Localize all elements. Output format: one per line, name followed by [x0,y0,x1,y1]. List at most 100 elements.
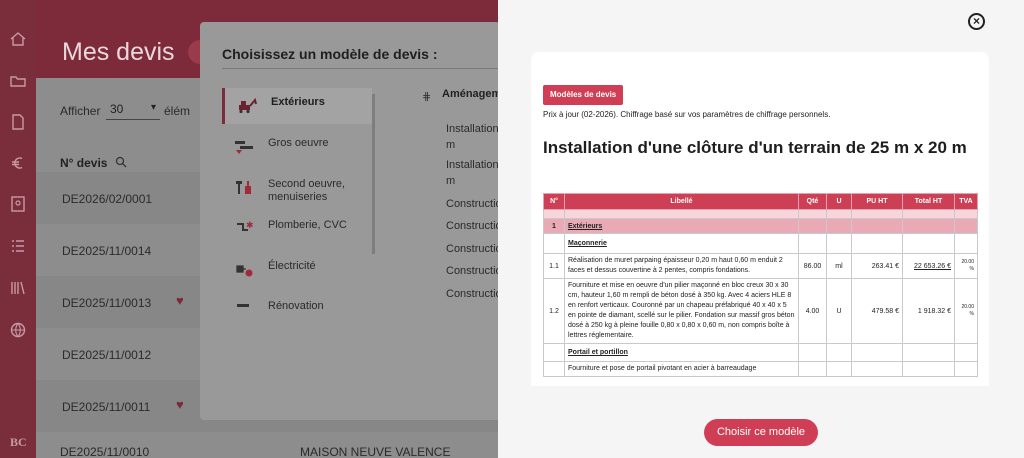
category-label: Électricité [268,260,316,272]
line-unit-price: 479.58 € [851,278,903,344]
library-icon[interactable] [9,279,27,297]
svg-text:✱: ✱ [246,220,254,230]
left-sidebar: BC [0,0,36,458]
col-unit-price: PU HT [851,193,903,210]
template-item[interactable]: m [446,139,455,151]
document-icon[interactable] [9,113,27,131]
table-row: 1.1 Réalisation de muret parpaing épaiss… [543,253,978,279]
grid-icon: ⋕ [422,91,432,103]
category-plomberie[interactable]: ✱ Plomberie, CVC [222,211,372,247]
list-icon[interactable] [9,237,27,255]
template-item[interactable]: Construction [446,220,500,232]
line-total: 1 918.32 € [902,278,955,344]
category-electricite[interactable]: Électricité [222,252,372,288]
category-exterieurs[interactable]: Extérieurs [222,88,372,124]
pricing-note: Prix à jour (02-2026). Chiffrage basé su… [543,110,831,119]
category-second-oeuvre[interactable]: Second oeuvre, menuiseries [222,170,372,206]
section-label: Extérieurs [564,218,799,234]
line-number: 1.2 [543,278,565,344]
template-item[interactable]: Installation [446,123,499,135]
table-row: Portail et portillon [543,343,978,362]
contact-card-icon[interactable] [9,195,27,213]
globe-icon[interactable] [9,321,27,339]
search-icon[interactable] [115,155,127,168]
category-gros-oeuvre[interactable]: Gros oeuvre [222,129,372,165]
template-item[interactable]: Installation [446,159,499,171]
quote-table: N° Libellé Qté U PU HT Total HT TVA 1 Ex… [543,193,978,377]
line-total: 22 653.26 € [902,253,955,279]
quote-number-column-header: N° devis [60,156,108,170]
templates-tag: Modèles de devis [543,85,624,105]
line-description: Fourniture et mise en oeuvre d'un pilier… [564,278,799,344]
close-button[interactable]: × [968,13,985,30]
category-label: Rénovation [268,300,324,312]
template-preview-panel: × Modèles de devis Prix à jour (02-2026)… [498,0,1024,458]
template-chooser-modal: Choisissez un modèle de devis : Extérieu… [200,22,500,420]
template-item[interactable]: Construction [446,243,500,255]
category-label: Gros oeuvre [268,137,329,149]
folder-icon[interactable] [9,72,27,90]
plug-icon [234,260,254,278]
col-label: Libellé [564,193,799,210]
template-item[interactable]: Construction [446,288,500,300]
quote-number: DE2025/11/0013 [62,296,152,310]
quote-number: DE2025/11/0014 [62,244,152,258]
choose-template-button[interactable]: Choisir ce modèle [704,419,818,446]
page-title: Mes devis [62,38,175,66]
template-item[interactable]: Construction [446,265,500,277]
group-heading: Maçonnerie [568,240,607,247]
category-renovation[interactable]: Rénovation [222,292,372,328]
tools-icon [234,178,254,196]
line-qty: 4.00 [798,278,827,344]
quote-number: DE2025/11/0011 [62,400,151,414]
euro-icon[interactable] [9,154,27,172]
trowel-icon [234,137,254,155]
line-vat: 20.00 % [954,278,978,344]
favorite-heart-icon[interactable]: ♥ [176,293,184,308]
section-row: 1 Extérieurs [543,218,978,234]
show-label: Afficher [60,104,101,118]
table-row: 1.2 Fourniture et mise en oeuvre d'un pi… [543,278,978,344]
home-icon[interactable] [9,30,27,48]
templates-column-heading: Aménagem [442,88,500,100]
section-number: 1 [543,218,565,234]
group-heading: Portail et portillon [568,349,628,356]
app-logo-icon: BC [9,432,27,450]
per-page-select[interactable]: 30 ▾ [106,100,160,120]
quote-number: DE2026/02/0001 [62,192,153,206]
template-item[interactable]: Construction [446,198,500,210]
category-label: Second oeuvre, menuiseries [268,178,346,203]
category-label: Plomberie, CVC [268,219,347,231]
elements-label: élém [164,104,191,118]
line-description: Fourniture et pose de portail pivotant e… [564,361,799,377]
chevron-down-icon: ▾ [150,102,156,113]
col-vat: TVA [954,193,978,210]
quote-preview-card: Modèles de devis Prix à jour (02-2026). … [531,52,989,386]
svg-text:BC: BC [10,435,27,449]
col-unit: U [826,193,852,210]
col-num: N° [543,193,565,210]
line-unit: ml [826,253,852,279]
per-page-value: 30 [110,102,124,116]
template-item[interactable]: m [446,175,455,187]
excavator-icon [237,96,257,114]
spacer-row [543,209,978,219]
col-total: Total HT [902,193,955,210]
close-icon: × [972,14,980,28]
quote-number: DE2025/11/0010 [60,445,150,458]
table-row: Maçonnerie [543,233,978,254]
client-name: MAISON NEUVE VALENCE [300,445,451,458]
line-qty: 86.00 [798,253,827,279]
category-scrollbar[interactable] [372,94,375,254]
col-qty: Qté [798,193,827,210]
category-label: Extérieurs [271,96,325,108]
chooser-title: Choisissez un modèle de devis : [222,46,438,62]
line-unit-price: 263.41 € [851,253,903,279]
plumbing-icon: ✱ [234,219,254,237]
divider [222,68,500,69]
line-number: 1.1 [543,253,565,279]
favorite-heart-icon[interactable]: ♥ [176,397,184,412]
line-vat: 20.00 % [954,253,978,279]
quote-title: Installation d'une clôture d'un terrain … [543,138,967,157]
renovation-icon [234,300,254,318]
